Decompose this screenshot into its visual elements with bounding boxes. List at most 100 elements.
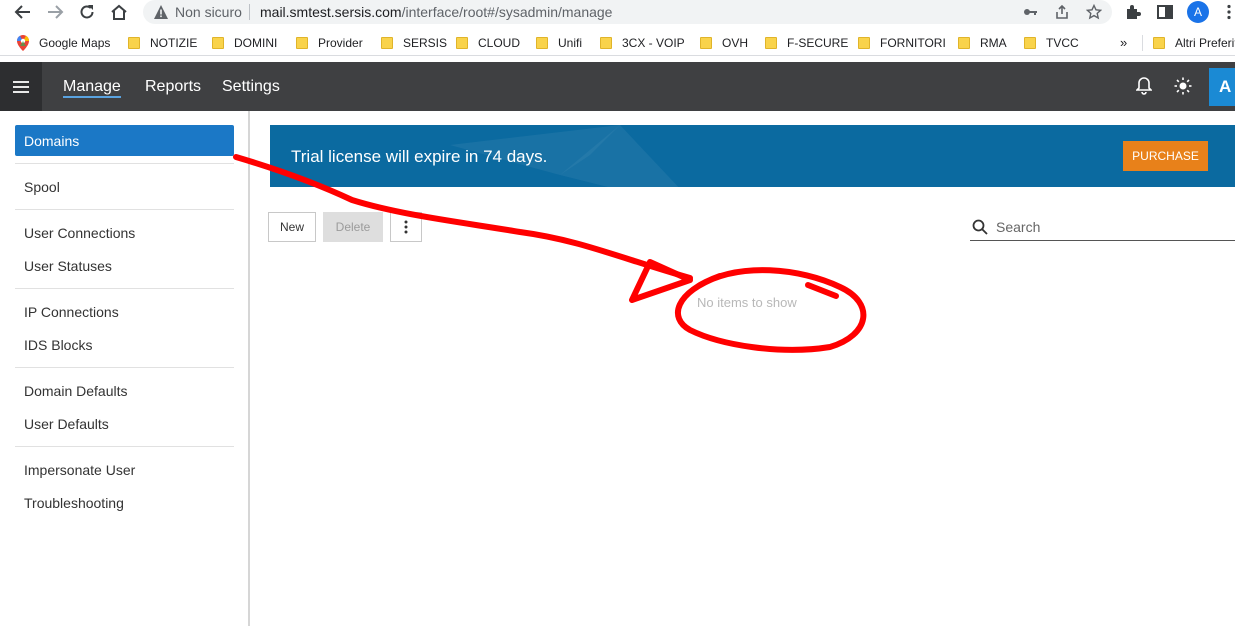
- bookmark-label: TVCC: [1046, 36, 1079, 50]
- bookmark-folder[interactable]: SERSIS: [381, 35, 447, 51]
- new-button[interactable]: New: [268, 212, 316, 242]
- bookmark-folder[interactable]: Unifi: [536, 35, 582, 51]
- sidebar-item-user-statuses[interactable]: User Statuses: [15, 250, 234, 281]
- bookmark-label: Unifi: [558, 36, 583, 50]
- empty-list-message: No items to show: [697, 295, 797, 310]
- bookmark-separator: [1142, 35, 1143, 51]
- home-button[interactable]: [108, 1, 130, 23]
- search-field[interactable]: Search: [970, 213, 1235, 241]
- sidebar: Domains Spool User Connections User Stat…: [0, 111, 250, 626]
- address-separator: [249, 4, 250, 20]
- hamburger-menu-icon: [13, 80, 29, 93]
- bookmark-folder[interactable]: 3CX - VOIP: [600, 35, 685, 51]
- reload-icon: [80, 5, 94, 19]
- purchase-button[interactable]: PURCHASE: [1123, 141, 1208, 171]
- bookmark-label: F-SECURE: [787, 36, 849, 50]
- folder-icon: [958, 37, 970, 49]
- sidebar-item-ids-blocks[interactable]: IDS Blocks: [15, 329, 234, 360]
- banner-message: Trial license will expire in 74 days.: [291, 147, 548, 166]
- folder-icon: [128, 37, 140, 49]
- sidebar-divider: [15, 367, 234, 368]
- sidebar-item-troubleshooting[interactable]: Troubleshooting: [15, 487, 234, 518]
- url-path: /interface/root#/sysadmin/manage: [401, 4, 613, 20]
- url-text: mail.smtest.sersis.com/interface/root#/s…: [260, 4, 612, 20]
- bookmark-label: RMA: [980, 36, 1007, 50]
- bookmark-folder[interactable]: OVH: [700, 35, 748, 51]
- sidebar-item-ip-connections[interactable]: IP Connections: [15, 296, 234, 327]
- bookmark-folder[interactable]: F-SECURE: [765, 35, 848, 51]
- bookmark-folder[interactable]: NOTIZIE: [128, 35, 197, 51]
- bookmark-label: SERSIS: [403, 36, 448, 50]
- sidebar-divider: [15, 288, 234, 289]
- bookmark-folder[interactable]: RMA: [958, 35, 1007, 51]
- nav-settings[interactable]: Settings: [222, 78, 280, 96]
- home-icon: [111, 4, 127, 20]
- side-panel-icon[interactable]: [1154, 1, 1176, 23]
- bookmark-label: Provider: [318, 36, 363, 50]
- sidebar-item-user-defaults[interactable]: User Defaults: [15, 408, 234, 439]
- app-header: Manage Reports Settings A: [0, 62, 1235, 111]
- delete-button[interactable]: Delete: [323, 212, 383, 242]
- sidebar-item-domains[interactable]: Domains: [15, 125, 234, 156]
- folder-icon: [536, 37, 548, 49]
- warning-triangle-icon: [154, 5, 168, 19]
- folder-icon: [1024, 37, 1036, 49]
- user-avatar-button[interactable]: A: [1209, 68, 1235, 106]
- back-button[interactable]: [12, 1, 34, 23]
- bookmark-folder[interactable]: TVCC: [1024, 35, 1079, 51]
- share-icon[interactable]: [1053, 3, 1071, 21]
- sidebar-divider: [15, 163, 234, 164]
- sidebar-divider: [15, 209, 234, 210]
- security-label: Non sicuro: [175, 4, 242, 20]
- folder-icon: [600, 37, 612, 49]
- sidebar-item-domain-defaults[interactable]: Domain Defaults: [15, 375, 234, 406]
- browser-toolbar: Non sicuro mail.smtest.sersis.com/interf…: [0, 0, 1235, 26]
- sidebar-divider: [15, 446, 234, 447]
- forward-arrow-icon: [48, 5, 64, 19]
- folder-icon: [700, 37, 712, 49]
- bookmark-label: CLOUD: [478, 36, 521, 50]
- bookmark-label: DOMINI: [234, 36, 278, 50]
- nav-manage[interactable]: Manage: [63, 78, 121, 98]
- bookmark-folder[interactable]: CLOUD: [456, 35, 520, 51]
- notifications-bell-icon[interactable]: [1134, 76, 1154, 96]
- folder-icon: [1153, 37, 1165, 49]
- folder-icon: [212, 37, 224, 49]
- forward-button[interactable]: [44, 1, 66, 23]
- annotation-tick: [805, 282, 839, 299]
- folder-icon: [858, 37, 870, 49]
- search-input[interactable]: Search: [996, 219, 1040, 235]
- extensions-puzzle-icon[interactable]: [1122, 1, 1144, 23]
- bookmark-folder[interactable]: FORNITORI: [858, 35, 946, 51]
- menu-toggle-button[interactable]: [0, 62, 42, 111]
- reload-button[interactable]: [76, 1, 98, 23]
- bookmark-label: OVH: [722, 36, 749, 50]
- sidebar-item-impersonate-user[interactable]: Impersonate User: [15, 454, 234, 485]
- key-icon[interactable]: [1021, 3, 1039, 21]
- folder-icon: [296, 37, 308, 49]
- bookmark-other-folder[interactable]: Altri Preferiti: [1142, 35, 1235, 51]
- folder-icon: [456, 37, 468, 49]
- bookmark-google-maps[interactable]: Google Maps: [17, 35, 110, 51]
- bookmark-label: Google Maps: [39, 36, 111, 50]
- sidebar-item-user-connections[interactable]: User Connections: [15, 217, 234, 248]
- nav-reports[interactable]: Reports: [145, 78, 201, 96]
- bookmarks-bar: Google Maps NOTIZIE DOMINI Provider SERS…: [0, 29, 1235, 56]
- profile-avatar[interactable]: A: [1187, 1, 1209, 23]
- bookmark-folder[interactable]: Provider: [296, 35, 363, 51]
- more-actions-button[interactable]: [390, 212, 422, 242]
- annotation-arrowhead: [629, 259, 693, 303]
- browser-menu-icon[interactable]: [1218, 1, 1235, 23]
- bookmark-label: Altri Preferiti: [1175, 36, 1235, 50]
- bookmark-label: 3CX - VOIP: [622, 36, 685, 50]
- bookmark-folder[interactable]: DOMINI: [212, 35, 277, 51]
- sidebar-item-spool[interactable]: Spool: [15, 171, 234, 202]
- address-bar[interactable]: Non sicuro mail.smtest.sersis.com/interf…: [143, 0, 1112, 24]
- back-arrow-icon: [14, 5, 30, 19]
- theme-sun-icon[interactable]: [1173, 76, 1193, 96]
- bookmarks-overflow-button[interactable]: »: [1120, 35, 1127, 50]
- trial-license-banner: Trial license will expire in 74 days. PU…: [270, 125, 1235, 187]
- folder-icon: [765, 37, 777, 49]
- bookmark-star-icon[interactable]: [1085, 3, 1103, 21]
- folder-icon: [381, 37, 393, 49]
